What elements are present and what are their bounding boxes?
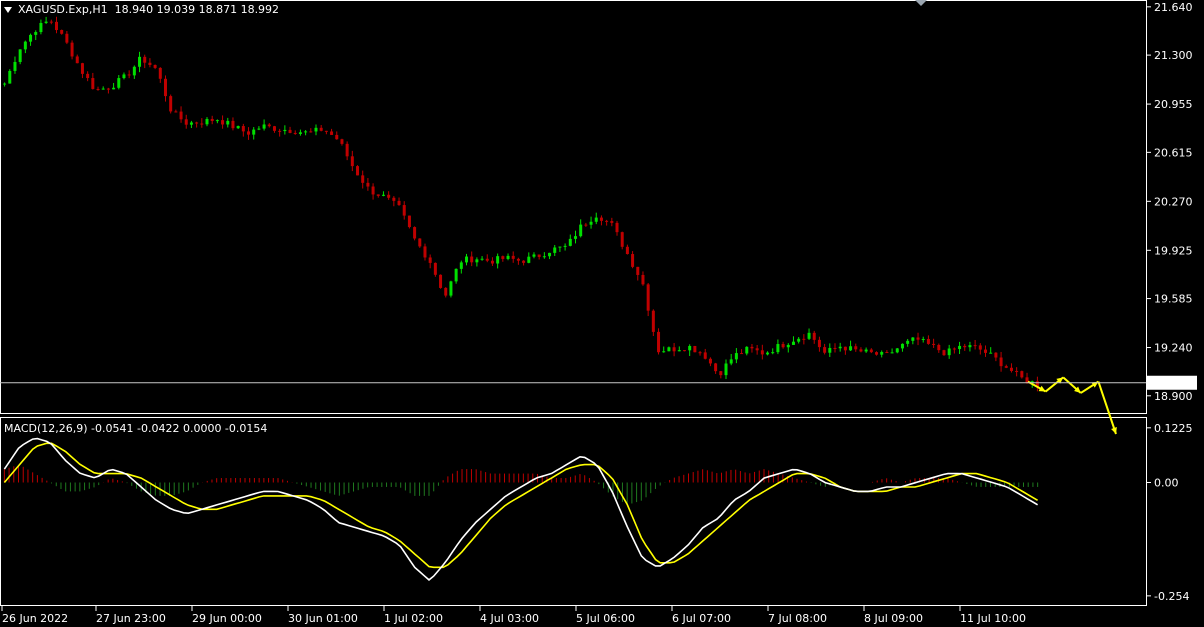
time-tick-label: 29 Jun 00:00 xyxy=(192,612,262,625)
time-tick-label: 11 Jul 10:00 xyxy=(960,612,1026,625)
price-tick-label: 20.955 xyxy=(1154,98,1193,111)
candle xyxy=(693,345,697,353)
candle xyxy=(169,94,173,114)
candle xyxy=(18,49,22,65)
chart-header: XAGUSD.Exp,H1 18.940 19.039 18.871 18.99… xyxy=(4,3,279,16)
time-tick-label: 8 Jul 09:00 xyxy=(864,612,923,625)
candle xyxy=(439,274,443,289)
price-tick-label: 20.615 xyxy=(1154,146,1193,159)
candle xyxy=(433,262,437,277)
candle xyxy=(8,69,12,84)
candle xyxy=(620,231,624,250)
dropdown-triangle-icon[interactable] xyxy=(4,7,12,13)
time-tick-label: 5 Jul 06:00 xyxy=(576,612,635,625)
macd-tick-label: 0.00 xyxy=(1154,476,1179,489)
price-tick-label: 21.640 xyxy=(1154,1,1193,14)
symbol-label: XAGUSD.Exp,H1 xyxy=(18,3,108,16)
ohlc-values: 18.940 19.039 18.871 18.992 xyxy=(114,3,280,16)
candle xyxy=(942,349,946,356)
time-tick-label: 1 Jul 02:00 xyxy=(384,612,443,625)
candle xyxy=(449,280,453,298)
chart-background xyxy=(0,0,1204,627)
macd-tick-label: 0.1225 xyxy=(1154,422,1193,435)
candle xyxy=(407,215,411,229)
price-tick-label: 18.900 xyxy=(1154,390,1193,403)
price-tick-label: 19.925 xyxy=(1154,244,1193,257)
candle xyxy=(657,328,661,355)
price-tick-label: 19.585 xyxy=(1154,293,1193,306)
current-price-label: 18.992 xyxy=(1152,377,1191,390)
time-tick-label: 26 Jun 2022 xyxy=(2,612,68,625)
price-tick-label: 19.240 xyxy=(1154,342,1193,355)
time-tick-label: 7 Jul 08:00 xyxy=(768,612,827,625)
time-tick-label: 4 Jul 03:00 xyxy=(480,612,539,625)
macd-tick-label: -0.254 xyxy=(1154,590,1189,603)
candle xyxy=(413,226,417,241)
price-tick-label: 20.270 xyxy=(1154,195,1193,208)
chart-canvas[interactable]: 18.992 21.640 21.300 20.955 20.615 20.270 19.9… xyxy=(0,0,1204,627)
time-tick-label: 6 Jul 07:00 xyxy=(672,612,731,625)
price-tick-label: 21.300 xyxy=(1154,49,1193,62)
macd-header: MACD(12,26,9) -0.0541 -0.0422 0.0000 -0.… xyxy=(4,422,268,435)
candle xyxy=(356,165,360,176)
time-tick-label: 27 Jun 23:00 xyxy=(96,612,166,625)
time-tick-label: 30 Jun 01:00 xyxy=(288,612,358,625)
